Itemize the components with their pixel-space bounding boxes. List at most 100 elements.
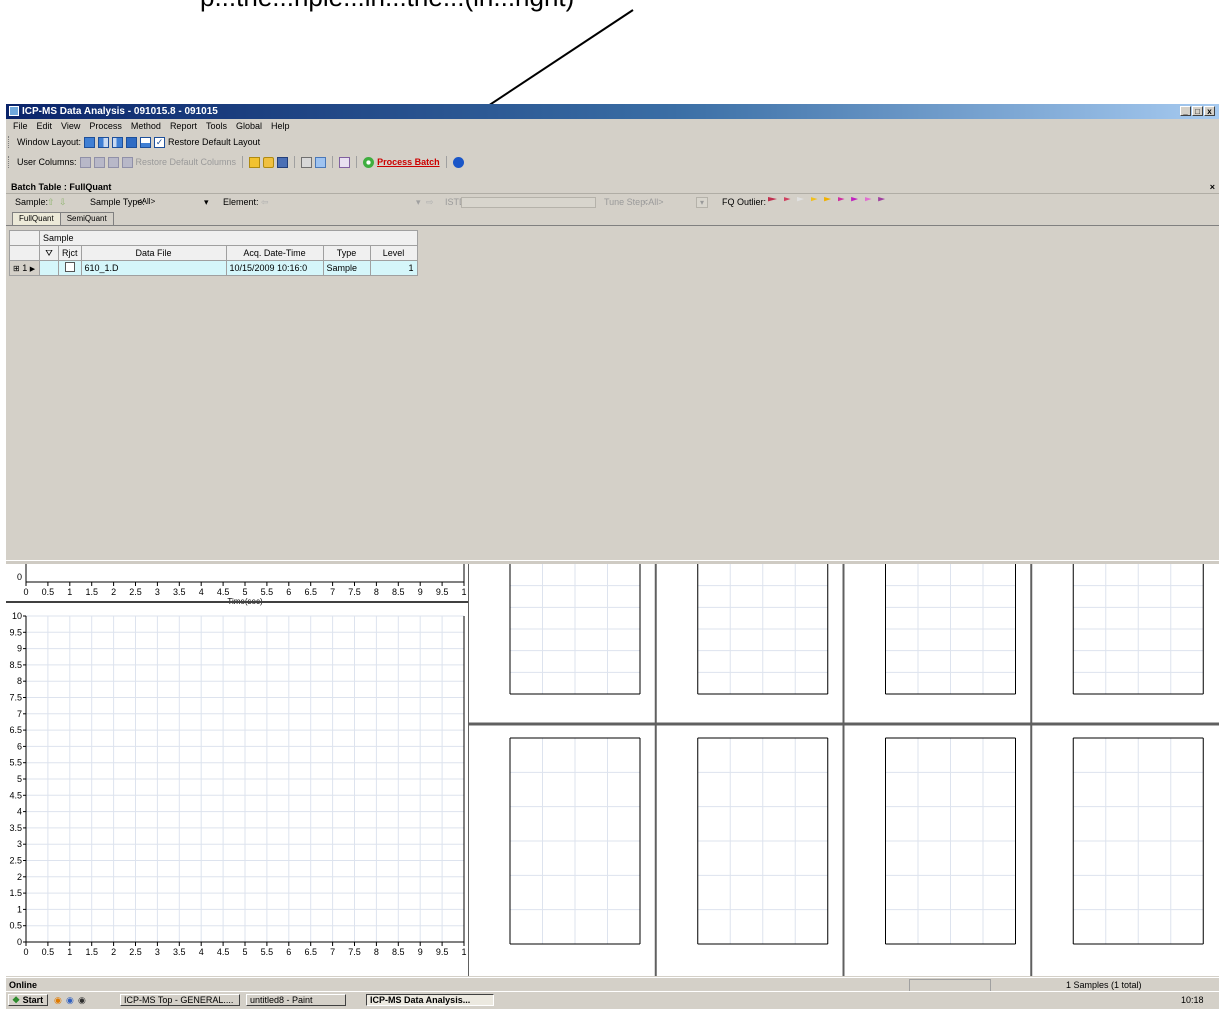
y-tick-label: 3 bbox=[17, 839, 22, 849]
reject-checkbox[interactable] bbox=[58, 260, 82, 276]
column-level[interactable]: Level bbox=[369, 245, 418, 261]
batch-table-header: Batch Table : FullQuant × bbox=[6, 180, 1219, 194]
close-button[interactable]: x bbox=[1204, 106, 1215, 116]
cell-acq-datetime[interactable]: 10/15/2009 10:16:0 bbox=[225, 260, 324, 276]
taskbar-item-data-analysis[interactable]: ICP-MS Data Analysis... bbox=[366, 994, 494, 1006]
menu-process[interactable]: Process bbox=[89, 119, 122, 133]
toolbar-grip[interactable] bbox=[8, 136, 11, 148]
chevron-down-icon[interactable]: ▾ bbox=[696, 197, 708, 208]
column-2-icon[interactable] bbox=[93, 156, 105, 168]
top-x-tick-label: 0 bbox=[23, 587, 28, 597]
menu-tools[interactable]: Tools bbox=[206, 119, 227, 133]
sample-group-header: Sample bbox=[39, 230, 418, 246]
next-sample-icon[interactable]: ⇩ bbox=[59, 197, 67, 208]
top-x-tick-label: 1 bbox=[461, 587, 466, 597]
menu-report[interactable]: Report bbox=[170, 119, 197, 133]
next-element-icon[interactable]: ⇨ bbox=[426, 197, 434, 208]
y-tick-label: 8.5 bbox=[9, 660, 22, 670]
help-icon[interactable] bbox=[452, 156, 464, 168]
y-tick-label: 7.5 bbox=[9, 693, 22, 703]
quicklaunch-icon[interactable]: ◉ bbox=[54, 995, 62, 1006]
restore-default-columns-button[interactable]: Restore Default Columns bbox=[136, 157, 237, 167]
tune-step-select[interactable]: <All> bbox=[643, 197, 664, 207]
table-row[interactable]: ⊞ 1 ▶ 610_1.D 10/15/2009 10:16:0 Sample … bbox=[9, 260, 418, 276]
flag-violet-icon[interactable] bbox=[878, 197, 886, 202]
toolbar-grip[interactable] bbox=[8, 156, 11, 168]
open-folder-icon[interactable] bbox=[263, 156, 275, 168]
menu-file[interactable]: File bbox=[13, 119, 28, 133]
copy-icon[interactable] bbox=[315, 156, 327, 168]
chevron-down-icon[interactable]: ▾ bbox=[416, 197, 421, 208]
row-flag-cell bbox=[39, 260, 59, 276]
x-tick-label: 1 bbox=[461, 947, 466, 957]
restore-default-layout-button[interactable]: Restore Default Layout bbox=[168, 137, 260, 147]
expand-icon[interactable]: ⊞ bbox=[13, 264, 20, 273]
user-columns-label: User Columns: bbox=[17, 157, 77, 167]
column-1-icon[interactable] bbox=[79, 156, 91, 168]
column-acq-datetime[interactable]: Acq. Date-Time bbox=[225, 245, 324, 261]
prev-element-icon[interactable]: ⇦ bbox=[261, 197, 269, 208]
edit-icon[interactable] bbox=[339, 156, 351, 168]
new-batch-icon[interactable] bbox=[249, 156, 261, 168]
menu-edit[interactable]: Edit bbox=[37, 119, 53, 133]
chevron-down-icon[interactable]: ▾ bbox=[204, 197, 209, 208]
y-tick-label: 1 bbox=[17, 904, 22, 914]
checkbox-icon[interactable] bbox=[64, 262, 75, 272]
quicklaunch-desktop-icon[interactable]: ◉ bbox=[78, 995, 86, 1006]
layout-2-icon[interactable] bbox=[98, 136, 110, 148]
flag-orange-icon[interactable] bbox=[824, 197, 832, 202]
tab-fullquant[interactable]: FullQuant bbox=[12, 212, 61, 225]
tab-semiquant[interactable]: SemiQuant bbox=[59, 212, 114, 225]
top-x-tick-label: 8.5 bbox=[392, 587, 405, 597]
layout-4-icon[interactable] bbox=[126, 136, 138, 148]
flag-magenta-icon[interactable] bbox=[837, 197, 845, 202]
column-type[interactable]: Type bbox=[322, 245, 371, 261]
menu-method[interactable]: Method bbox=[131, 119, 161, 133]
x-tick-label: 6 bbox=[286, 947, 291, 957]
process-batch-icon[interactable] bbox=[363, 156, 375, 168]
x-tick-label: 9 bbox=[418, 947, 423, 957]
pin-icon[interactable]: × bbox=[1210, 180, 1215, 194]
top-x-tick-label: 1.5 bbox=[85, 587, 98, 597]
flag-red-icon[interactable] bbox=[783, 197, 791, 202]
flag-purple-icon[interactable] bbox=[851, 197, 859, 202]
menu-global[interactable]: Global bbox=[236, 119, 262, 133]
taskbar-item-paint[interactable]: untitled8 - Paint bbox=[246, 994, 346, 1006]
quicklaunch-ie-icon[interactable]: ◉ bbox=[66, 995, 74, 1006]
layout-check-icon[interactable]: ✓ bbox=[154, 136, 166, 148]
maximize-button[interactable]: □ bbox=[1192, 106, 1203, 116]
flag-yellow-icon[interactable] bbox=[810, 197, 818, 202]
cell-level[interactable]: 1 bbox=[369, 260, 418, 276]
taskbar-item-icpms-top[interactable]: ICP-MS Top - GENERAL.... bbox=[120, 994, 240, 1006]
app-icon bbox=[9, 106, 19, 116]
save-icon[interactable] bbox=[277, 156, 289, 168]
column-4-icon[interactable] bbox=[121, 156, 133, 168]
istd-select[interactable] bbox=[461, 197, 596, 208]
cell-data-file[interactable]: 610_1.D bbox=[80, 260, 227, 276]
start-button[interactable]: ❖ Start bbox=[8, 994, 48, 1006]
flag-white-icon[interactable] bbox=[797, 197, 805, 202]
process-batch-button[interactable]: Process Batch bbox=[377, 157, 440, 167]
column-rjct[interactable]: Rjct bbox=[58, 245, 82, 261]
menu-help[interactable]: Help bbox=[271, 119, 290, 133]
left-chart-pane: 00 0.5 1 1.5 2 2.5 3 3.5 4 4.5 5 5.5 6 6.5 7 7.5 8 8.5 9 9.… bbox=[6, 564, 468, 976]
layout-1-icon[interactable] bbox=[84, 136, 96, 148]
column-data-file[interactable]: Data File bbox=[80, 245, 227, 261]
filter-icon[interactable]: ⛛ bbox=[39, 245, 59, 261]
layout-5-icon[interactable] bbox=[140, 136, 152, 148]
row-selector[interactable]: ⊞ 1 ▶ bbox=[9, 260, 40, 276]
column-3-icon[interactable] bbox=[107, 156, 119, 168]
element-select[interactable] bbox=[276, 197, 416, 208]
y-tick-label: 8 bbox=[17, 676, 22, 686]
minimize-button[interactable]: _ bbox=[1180, 106, 1191, 116]
layout-toolbar: Window Layout: ✓ Restore Default Layout bbox=[8, 134, 260, 150]
taskbar: ❖ Start ◉ ◉ ◉ ICP-MS Top - GENERAL.... u… bbox=[6, 991, 1219, 1009]
flag-pink-icon[interactable] bbox=[864, 197, 872, 202]
sample-type-select[interactable]: <All> bbox=[134, 197, 212, 208]
cell-type[interactable]: Sample bbox=[322, 260, 371, 276]
flag-all-icon[interactable] bbox=[768, 197, 777, 202]
layout-3-icon[interactable] bbox=[112, 136, 124, 148]
menu-view[interactable]: View bbox=[61, 119, 80, 133]
prev-sample-icon[interactable]: ⇧ bbox=[47, 197, 55, 208]
print-icon[interactable] bbox=[301, 156, 313, 168]
